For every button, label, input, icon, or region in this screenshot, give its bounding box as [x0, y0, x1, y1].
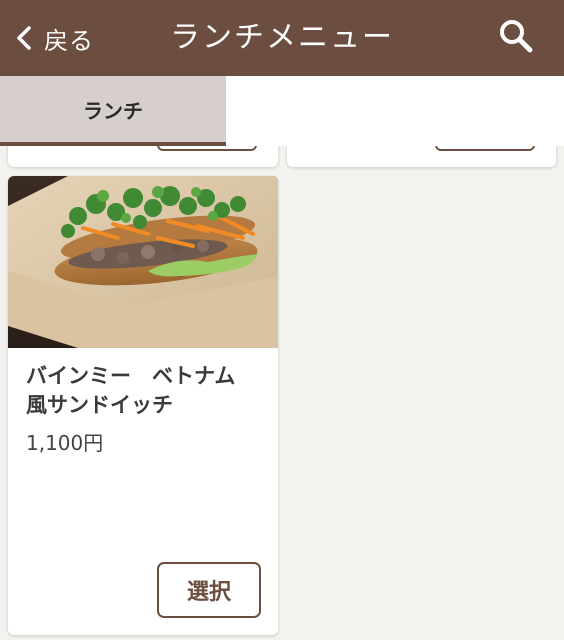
tab-lunch[interactable]: ランチ — [0, 76, 226, 146]
page-title: ランチメニュー — [170, 20, 394, 55]
menu-card[interactable]: バインミー ベトナム 風サンドイッチ 1,100円 選択 — [8, 176, 278, 635]
search-button[interactable] — [496, 18, 536, 58]
search-icon — [498, 18, 534, 58]
select-button[interactable]: 選択 — [157, 562, 261, 618]
menu-item-price: 1,100円 — [26, 431, 104, 455]
app-header: 戻る ランチメニュー — [0, 0, 564, 76]
menu-item-photo — [8, 176, 278, 348]
category-tabbar: ランチ — [0, 76, 564, 146]
menu-grid: バインミー ベトナム 風サンドイッチ 1,100円 選択 — [0, 146, 564, 640]
menu-item-name: バインミー ベトナム 風サンドイッチ — [26, 364, 236, 417]
menu-card-previous — [287, 146, 556, 167]
select-button-previous[interactable] — [157, 146, 257, 151]
menu-card-previous — [8, 146, 278, 167]
select-button-previous[interactable] — [435, 146, 535, 151]
